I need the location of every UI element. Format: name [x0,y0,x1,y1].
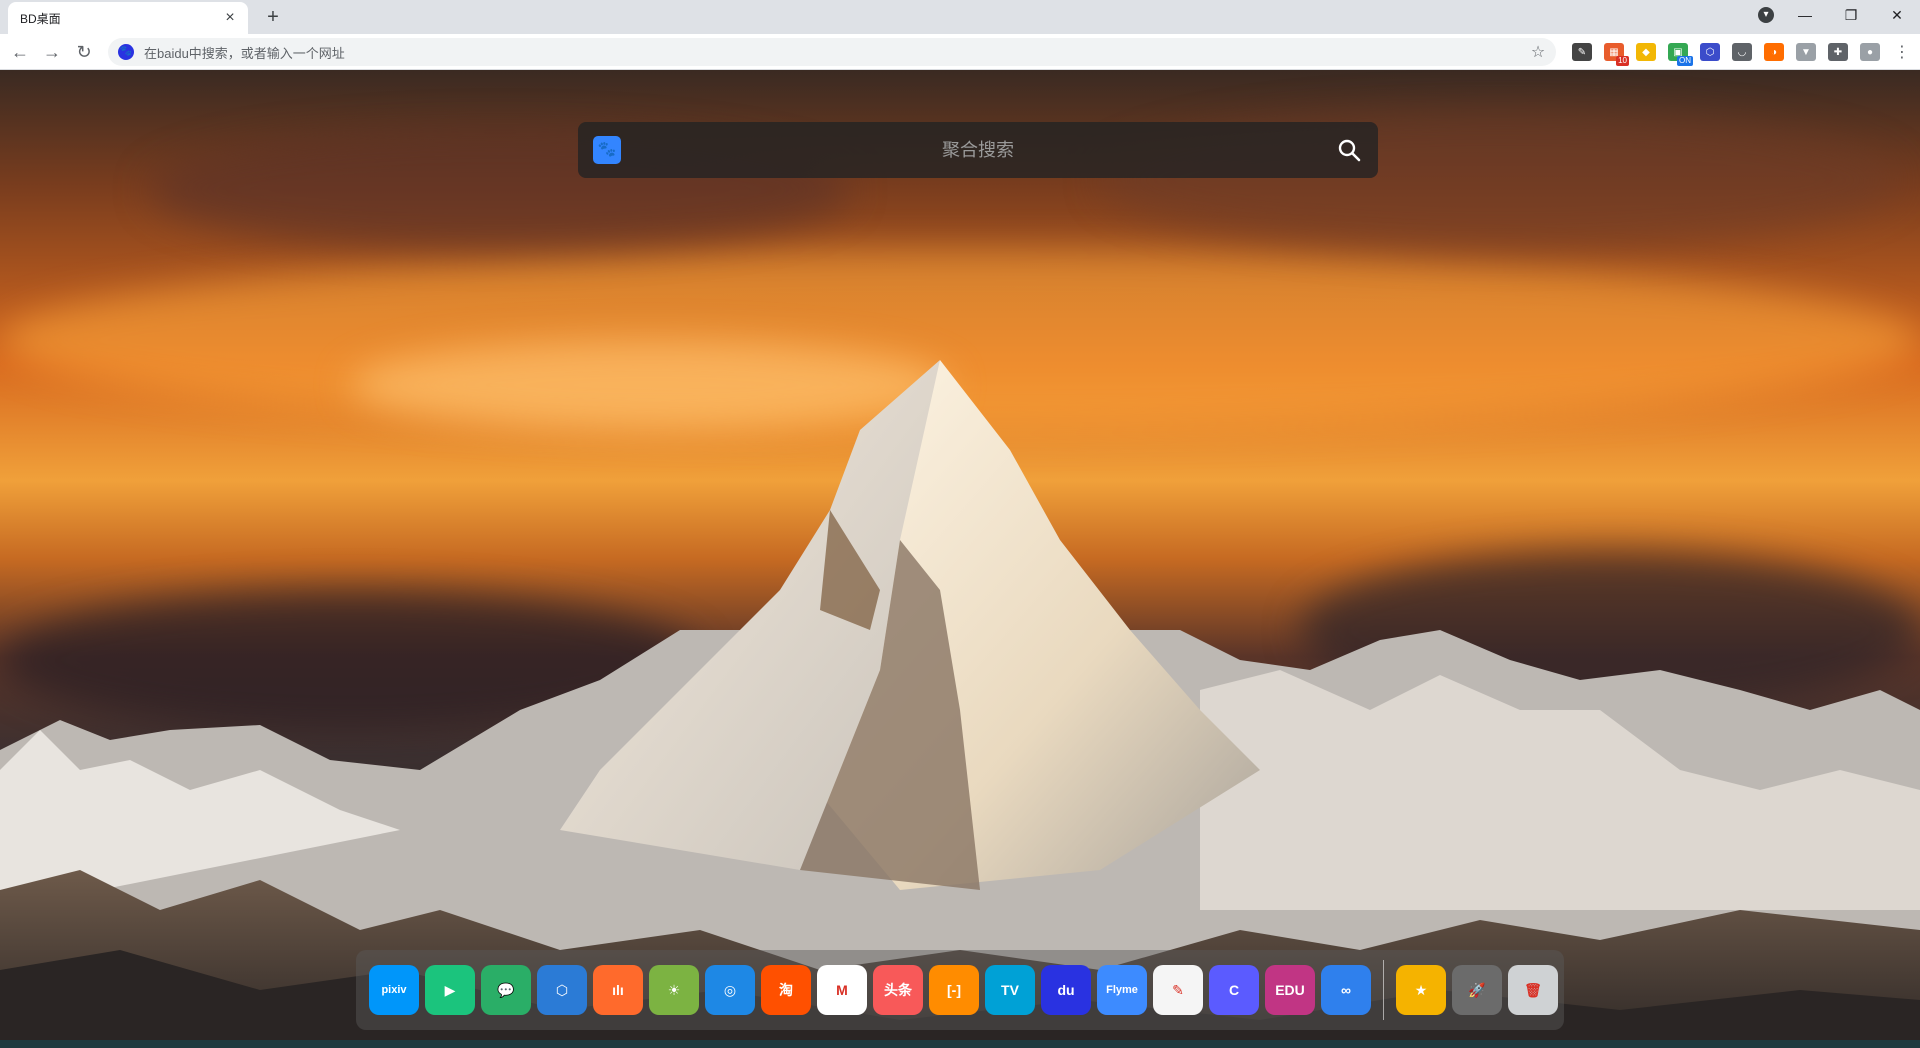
edge-browser-label: ◎ [723,981,737,998]
bilibili-app-icon[interactable]: TV [985,965,1035,1015]
gmail-label: M [836,982,848,998]
ext-3-glyph: ◆ [1642,46,1650,58]
tab-bd-desktop[interactable]: BD桌面 × [8,2,248,34]
close-window-button[interactable]: ✕ [1874,0,1920,30]
mountain-illustration [0,360,1920,1048]
address-bar[interactable]: 🐾 在baidu中搜索，或者输入一个网址 ☆ [108,38,1556,66]
podcast-app-icon[interactable]: ılı [593,965,643,1015]
ext-8-icon[interactable]: ▼ [1796,43,1816,61]
toutiao-app-icon[interactable]: 头条 [873,965,923,1015]
profile-icon[interactable]: ● [1860,43,1880,61]
taobao-label: 淘 [779,982,793,998]
baidu-engine-icon[interactable]: 🐾 [593,136,621,164]
wechat-label: 💬 [497,981,515,998]
ext-1-icon[interactable]: ✎ [1572,43,1592,61]
tab-close-icon[interactable]: × [222,10,238,26]
baidu-app-icon[interactable]: du [1041,965,1091,1015]
aggregate-search-bar: 🐾 [578,122,1378,178]
reload-icon[interactable]: ↻ [72,41,96,63]
podcast-label: ılı [612,982,624,998]
ext-3-icon[interactable]: ◆ [1636,43,1656,61]
extensions-bar: ✎ ▦ 10 ◆ ▣ ON ⬡ ◡ ◑ ▼ ✚ ● [1566,40,1886,66]
video-play-app-icon[interactable]: ▶ [425,965,475,1015]
infinity-app-label: ∞ [1341,982,1351,998]
hexagon-app-label: ⬡ [555,981,569,998]
bottom-taskbar-strip [0,1040,1920,1048]
ext-7-glyph: ◑ [1770,46,1778,58]
video-play-label: ▶ [444,981,456,998]
pixiv-label: pixiv [381,984,407,996]
code-app-label: [-] [947,982,961,998]
ext-5-icon[interactable]: ⬡ [1700,43,1720,61]
ext-5-glyph: ⬡ [1705,46,1715,58]
browser-menu-icon[interactable]: ⋮ [1894,42,1910,62]
ext-2-badge: 10 [1616,56,1629,66]
taobao-app-icon[interactable]: 淘 [761,965,811,1015]
forward-icon[interactable]: → [40,41,64,63]
sunrise-app-label: ☀ [667,981,681,998]
bilibili-label: TV [1001,982,1019,998]
code-app-app-icon[interactable]: [-] [929,965,979,1015]
ext-9-icon[interactable]: ✚ [1828,43,1848,61]
ext-6-icon[interactable]: ◡ [1732,43,1752,61]
c-app-label: C [1228,982,1240,998]
ext-2-icon[interactable]: ▦ 10 [1604,43,1629,66]
back-icon[interactable]: ← [8,41,32,63]
profile-glyph: ● [1866,46,1874,58]
edu-app-label: EDU [1275,982,1305,998]
window-controls: — ❐ ✕ [1782,0,1920,30]
browser-toolbar: ← → ↻ 🐾 在baidu中搜索，或者输入一个网址 ☆ ✎ ▦ 10 ◆ ▣ ON ⬡ ◡ ◑… [0,34,1920,70]
tab-title: BD桌面 [20,11,61,26]
c-app-app-icon[interactable]: C [1209,965,1259,1015]
search-icon[interactable] [1335,136,1363,164]
ext-9-glyph: ✚ [1833,46,1843,58]
tab-strip: BD桌面 × + ▾ — ❐ ✕ [0,0,1920,34]
gmail-app-icon[interactable]: M [817,965,867,1015]
ext-6-glyph: ◡ [1737,46,1747,58]
ext-4-badge: ON [1677,56,1693,66]
new-tab-button[interactable]: + [262,6,284,28]
notes-label: ✎ [1172,981,1184,998]
edge-browser-app-icon[interactable]: ◎ [705,965,755,1015]
trash-label: 🗑 [1524,981,1542,998]
favorites-app-icon[interactable]: ★ [1396,965,1446,1015]
wechat-app-icon[interactable]: 💬 [481,965,531,1015]
launchpad-label: 🚀 [1468,981,1486,998]
aggregate-search-input[interactable] [621,138,1335,162]
launchpad-app-icon[interactable]: 🚀 [1452,965,1502,1015]
edu-app-app-icon[interactable]: EDU [1265,965,1315,1015]
tab-search-icon[interactable]: ▾ [1758,7,1774,23]
ext-8-glyph: ▼ [1801,46,1811,58]
infinity-app-app-icon[interactable]: ∞ [1321,965,1371,1015]
bookmark-star-icon[interactable]: ☆ [1528,42,1548,62]
notes-app-icon[interactable]: ✎ [1153,965,1203,1015]
favorites-label: ★ [1414,981,1428,998]
pixiv-app-icon[interactable]: pixiv [369,965,419,1015]
ext-4-icon[interactable]: ▣ ON [1668,43,1693,66]
minimize-button[interactable]: — [1782,0,1828,30]
trash-app-icon[interactable]: 🗑 [1508,965,1558,1015]
app-dock: pixiv ▶ 💬 ⬡ ılı ☀ ◎ 淘 M 头条 [-] TV du Flyme ✎ C EDU ∞ ★ 🚀 🗑 [356,950,1564,1030]
toutiao-label: 头条 [884,982,912,998]
hexagon-app-app-icon[interactable]: ⬡ [537,965,587,1015]
ext-7-icon[interactable]: ◑ [1764,43,1784,61]
flyme-app-icon[interactable]: Flyme [1097,965,1147,1015]
baidu-label: du [1057,982,1075,998]
dock-separator [1383,960,1384,1020]
restore-button[interactable]: ❐ [1828,0,1874,30]
baidu-search-engine-icon: 🐾 [118,44,134,60]
desktop-wallpaper: 🐾 pixiv ▶ 💬 ⬡ ılı ☀ ◎ 淘 M 头条 [-] TV du Flyme ✎ C EDU ∞ ★ 🚀 🗑 [0,70,1920,1048]
address-placeholder[interactable]: 在baidu中搜索，或者输入一个网址 [144,43,1528,62]
ext-1-glyph: ✎ [1577,46,1587,58]
sunrise-app-app-icon[interactable]: ☀ [649,965,699,1015]
flyme-label: Flyme [1106,984,1138,996]
